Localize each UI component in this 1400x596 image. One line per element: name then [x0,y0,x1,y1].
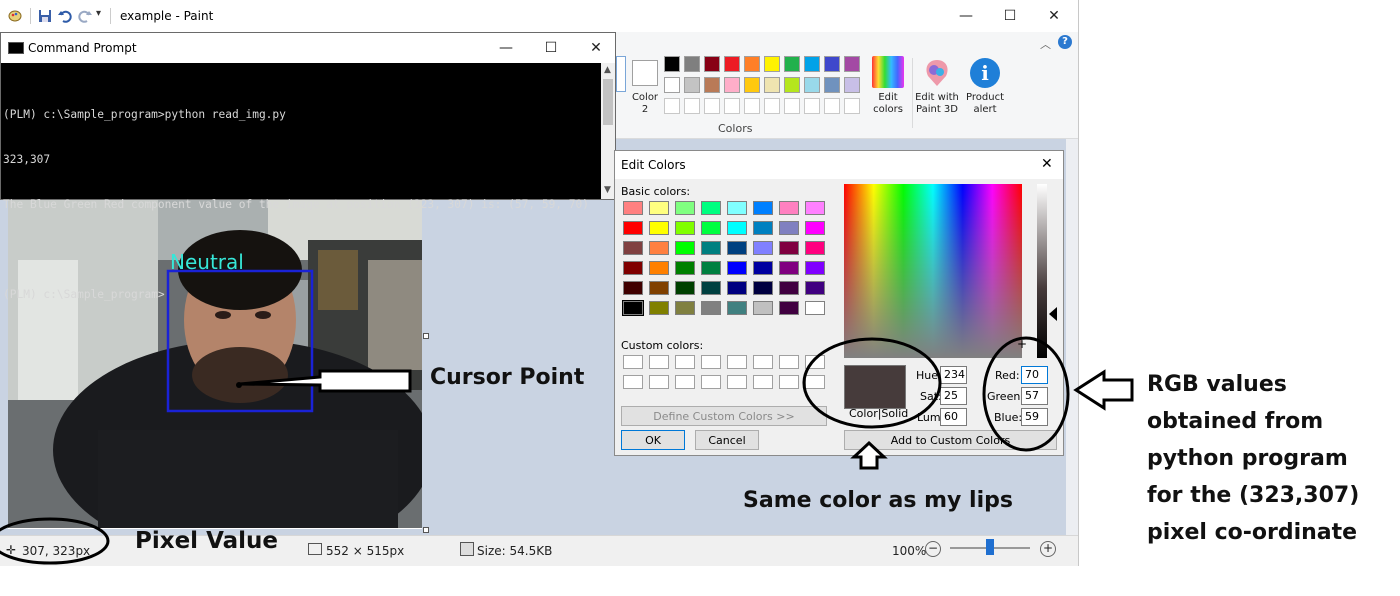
same-color-annotation: Same color as my lips [743,488,1013,513]
rgb-values-annotation: RGB values obtained from python program … [1147,366,1359,551]
pixel-value-circle [0,517,110,565]
rgb-annotation-line: python program [1147,446,1348,471]
pixel-value-annotation: Pixel Value [135,528,278,554]
rgb-annotation-line: obtained from [1147,409,1324,434]
cursor-point-annotation: Cursor Point [430,365,585,390]
rgb-annotation-line: for the (323,307) [1147,483,1360,508]
rgb-arrow [1073,369,1134,411]
rgb-circle [982,336,1070,452]
rgb-annotation-line: pixel co-ordinate [1147,520,1358,545]
same-color-arrow [850,440,888,470]
rgb-annotation-line: RGB values [1147,372,1287,397]
cursor-arrow [239,369,412,393]
color-preview-circle [802,337,942,429]
